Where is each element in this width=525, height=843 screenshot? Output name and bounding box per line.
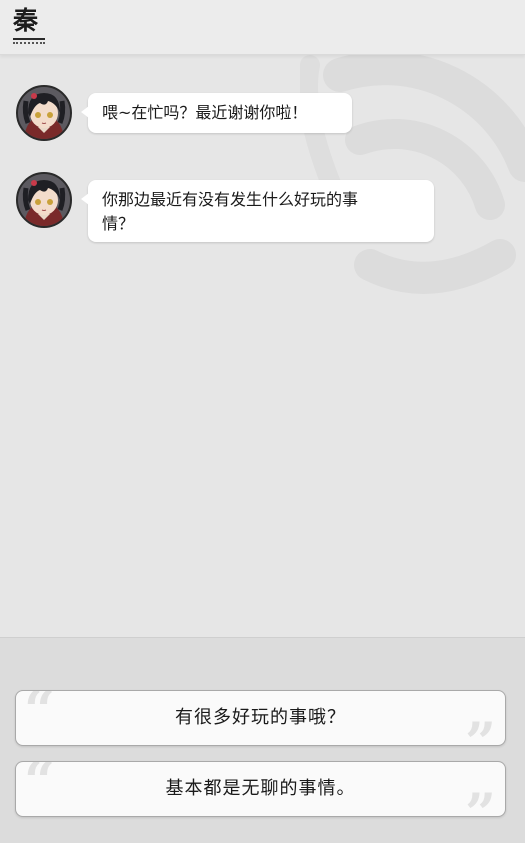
avatar[interactable] bbox=[16, 172, 72, 228]
message-bubble: 你那边最近有没有发生什么好玩的事 情？ bbox=[81, 180, 434, 242]
quote-open-icon: “ bbox=[24, 690, 57, 742]
message-text: 喂~在忙吗？最近谢谢你啦！ bbox=[102, 103, 308, 122]
chat-message-area[interactable]: 喂~在忙吗？最近谢谢你啦！ 你那边最近有没有发生什么好玩的事 情？ bbox=[0, 55, 525, 637]
quote-open-icon: “ bbox=[24, 761, 57, 813]
character-portrait-icon bbox=[18, 174, 70, 226]
message-text-line: 情？ bbox=[102, 214, 135, 233]
reply-option-label: 有很多好玩的事哦？ bbox=[175, 707, 346, 728]
name-underline bbox=[13, 38, 45, 40]
character-portrait-icon bbox=[18, 87, 70, 139]
name-dots-divider bbox=[13, 42, 45, 44]
contact-name: 秦 bbox=[13, 6, 40, 35]
avatar[interactable] bbox=[16, 85, 72, 141]
quote-close-icon: ” bbox=[464, 710, 497, 746]
message-bubble: 喂~在忙吗？最近谢谢你啦！ bbox=[81, 93, 352, 133]
message-text-line: 你那边最近有没有发生什么好玩的事 bbox=[102, 190, 359, 209]
chat-header: 秦 bbox=[0, 0, 525, 55]
reply-option-button[interactable]: “ 基本都是无聊的事情。 ” bbox=[15, 761, 506, 817]
quote-close-icon: ” bbox=[464, 781, 497, 817]
reply-options-panel: “ 有很多好玩的事哦？ ” “ 基本都是无聊的事情。 ” bbox=[0, 637, 525, 843]
reply-option-label: 基本都是无聊的事情。 bbox=[165, 778, 356, 799]
reply-option-button[interactable]: “ 有很多好玩的事哦？ ” bbox=[15, 690, 506, 746]
